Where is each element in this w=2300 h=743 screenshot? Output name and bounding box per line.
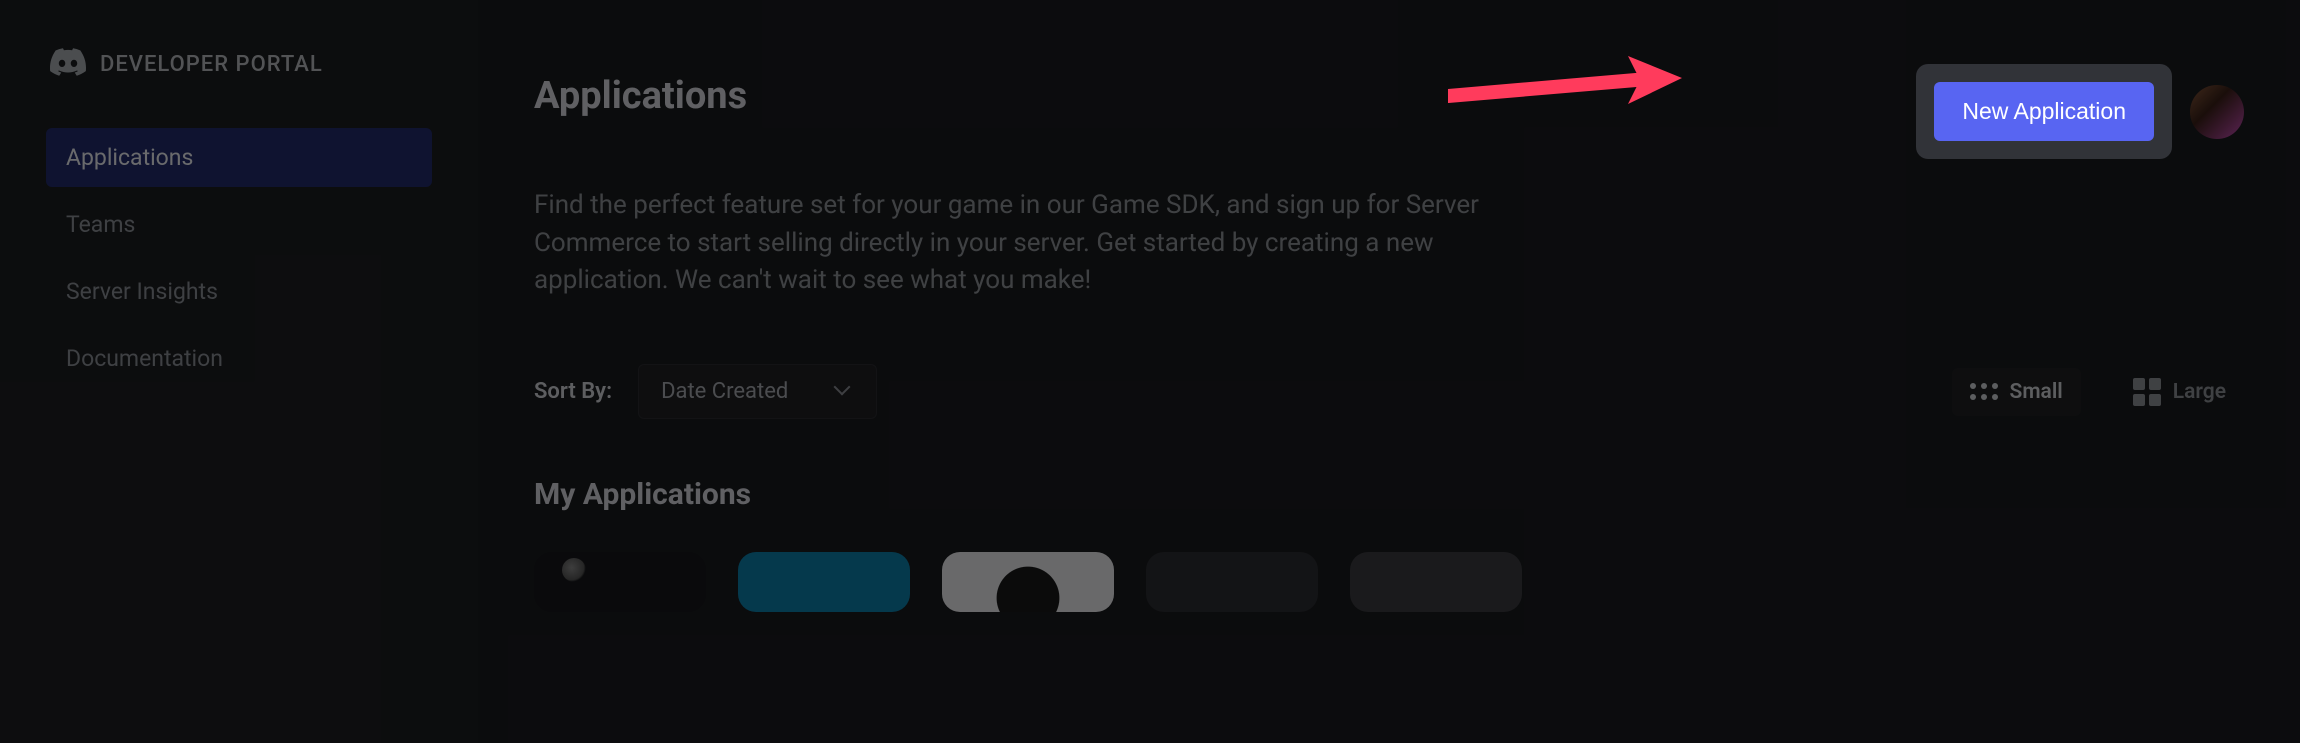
header-right: New Application [1916,64,2244,159]
view-toggle-small[interactable]: Small [1952,368,2081,416]
sidebar-item-teams[interactable]: Teams [46,195,432,254]
sort-selected-value: Date Created [661,379,788,404]
new-application-highlight: New Application [1916,64,2172,159]
sidebar: DEVELOPER PORTAL Applications Teams Serv… [0,0,478,743]
discord-icon [50,48,86,80]
view-toggles: Small Large [1952,366,2245,418]
new-application-button[interactable]: New Application [1934,82,2154,141]
brand: DEVELOPER PORTAL [46,48,432,80]
avatar[interactable] [2190,85,2244,139]
application-card[interactable] [1146,552,1318,612]
sidebar-item-label: Teams [66,211,135,238]
chevron-down-icon [836,383,854,401]
sidebar-item-documentation[interactable]: Documentation [46,329,432,388]
main-content: Applications New Application Find the pe… [478,0,2300,743]
sort-select[interactable]: Date Created [638,364,877,419]
sidebar-item-label: Documentation [66,345,223,372]
grid-small-icon [1970,383,1998,400]
sort-group: Sort By: Date Created [534,364,877,419]
application-card[interactable] [942,552,1114,612]
sort-label: Sort By: [534,379,612,404]
sidebar-item-label: Server Insights [66,278,218,305]
brand-title: DEVELOPER PORTAL [100,52,323,77]
sidebar-item-label: Applications [66,144,193,171]
view-toggle-large[interactable]: Large [2115,366,2244,418]
application-card[interactable] [534,552,706,612]
grid-large-icon [2133,378,2161,406]
view-toggle-label: Large [2173,380,2226,404]
page-title: Applications [534,74,747,118]
nav-list: Applications Teams Server Insights Docum… [46,128,432,388]
page-header: Applications New Application [534,64,2244,159]
sidebar-item-applications[interactable]: Applications [46,128,432,187]
application-card[interactable] [738,552,910,612]
my-applications-title: My Applications [534,477,2244,512]
sidebar-item-server-insights[interactable]: Server Insights [46,262,432,321]
view-toggle-label: Small [2010,380,2063,404]
controls-row: Sort By: Date Created Small La [534,364,2244,419]
application-cards [534,552,2244,612]
page-description: Find the perfect feature set for your ga… [534,187,1494,300]
application-card[interactable] [1350,552,1522,612]
